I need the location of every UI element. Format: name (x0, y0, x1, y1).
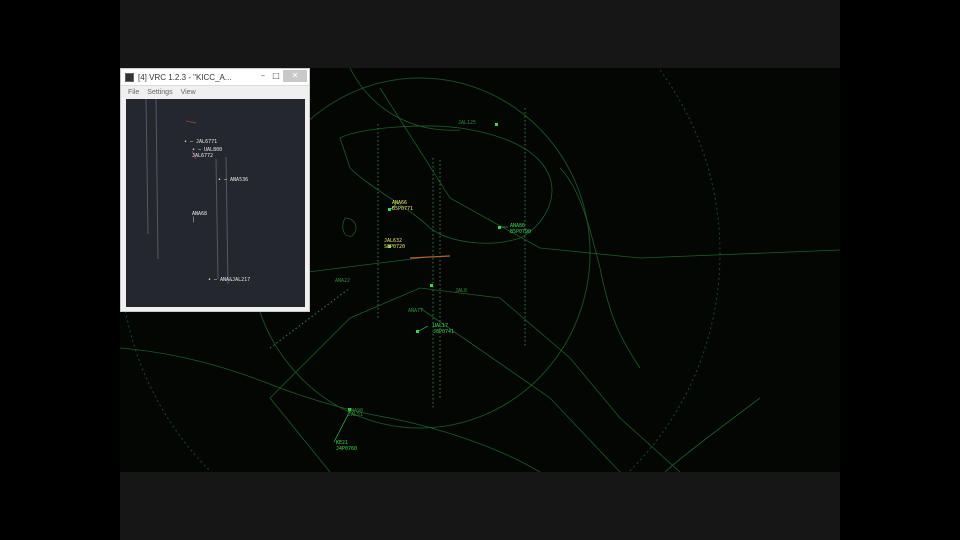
menu-file[interactable]: File (128, 89, 139, 96)
vrc-aircraft-tag[interactable]: ANA68 │ (192, 211, 207, 223)
data-block-jal8[interactable]: JAL8 (455, 288, 467, 294)
vrc-titlebar[interactable]: [4] VRC 1.2.3 - "KICC_A... – □ ✕ (121, 69, 309, 86)
east-boundary (664, 397, 761, 472)
vrc-aircraft-tag[interactable]: • ─ ANA&JAL217 (208, 277, 250, 283)
vrc-runway-map (145, 99, 229, 285)
tma-boundary (269, 287, 681, 472)
vrc-aircraft-tag[interactable]: • ─ UAL800 JAL6772 (192, 147, 222, 159)
altitude-speed: S8P0720 (384, 244, 406, 250)
menu-settings[interactable]: Settings (147, 89, 172, 96)
vrc-menubar: File Settings View (121, 86, 309, 98)
altitude-speed: J4P0760 (336, 446, 358, 452)
data-block-ke21[interactable]: KE21 J4P0760 (336, 440, 357, 452)
data-block-jal51[interactable]: JAL51 (348, 412, 363, 418)
window-controls: – □ ✕ (257, 70, 307, 82)
runway-left (145, 99, 149, 235)
north-arc (349, 68, 461, 131)
altitude-speed: J8P0741 (433, 329, 455, 335)
target-1 (388, 208, 391, 211)
callsign: JAL51 (348, 412, 364, 418)
minimize-button[interactable]: – (257, 70, 269, 82)
vrc-aircraft-tag[interactable]: • ─ ANA536 (218, 177, 248, 183)
leader-line-3 (418, 325, 429, 332)
altitude-speed: B5P0790 (510, 229, 532, 235)
callsign: JAL8 (455, 288, 468, 294)
hold-line-1 (185, 120, 197, 124)
data-block-ana66[interactable]: ANA66 B5P0771 (392, 200, 413, 212)
target-6 (430, 284, 433, 287)
data-block-ana22[interactable]: ANA22 (335, 278, 350, 284)
sector-line-1 (379, 87, 840, 259)
river (559, 167, 641, 369)
video-letterbox-bottom (120, 472, 840, 540)
data-block-ana86[interactable]: ANA86 B5P0790 (510, 223, 531, 235)
south-box (269, 397, 331, 472)
coastline (120, 347, 541, 472)
runway-right (155, 99, 159, 260)
target-3 (498, 226, 501, 229)
target-4 (416, 330, 419, 333)
target-7 (495, 123, 498, 126)
callsign: ANA22 (335, 278, 351, 284)
menu-view[interactable]: View (181, 89, 196, 96)
vrc-tower-view[interactable]: • ─ JAL6771 • ─ UAL800 JAL6772 • ─ ANA536 A… (126, 99, 305, 307)
video-letterbox-top (120, 0, 840, 68)
data-block-ual17[interactable]: UAL17 J8P0741 (433, 323, 454, 335)
runway-centerline (409, 255, 451, 259)
altitude-speed: B5P0771 (392, 206, 414, 212)
callsign: ANA77 (408, 308, 424, 314)
data-block-jal125[interactable]: JAL125 (458, 120, 476, 126)
data-block-jal632[interactable]: JAL632 S8P0720 (384, 238, 405, 250)
vrc-window-title: [4] VRC 1.2.3 - "KICC_A... (138, 72, 232, 82)
maximize-button[interactable]: □ (270, 70, 282, 82)
callsign: JAL125 (458, 120, 477, 126)
close-button[interactable]: ✕ (283, 70, 307, 82)
vrc-window[interactable]: [4] VRC 1.2.3 - "KICC_A... – □ ✕ File Se… (120, 68, 310, 312)
vrc-app-icon (125, 72, 134, 82)
data-block-ana77[interactable]: ANA77 (408, 308, 423, 314)
island (342, 217, 357, 237)
vrc-aircraft-tag[interactable]: • ─ JAL6771 (184, 139, 217, 145)
